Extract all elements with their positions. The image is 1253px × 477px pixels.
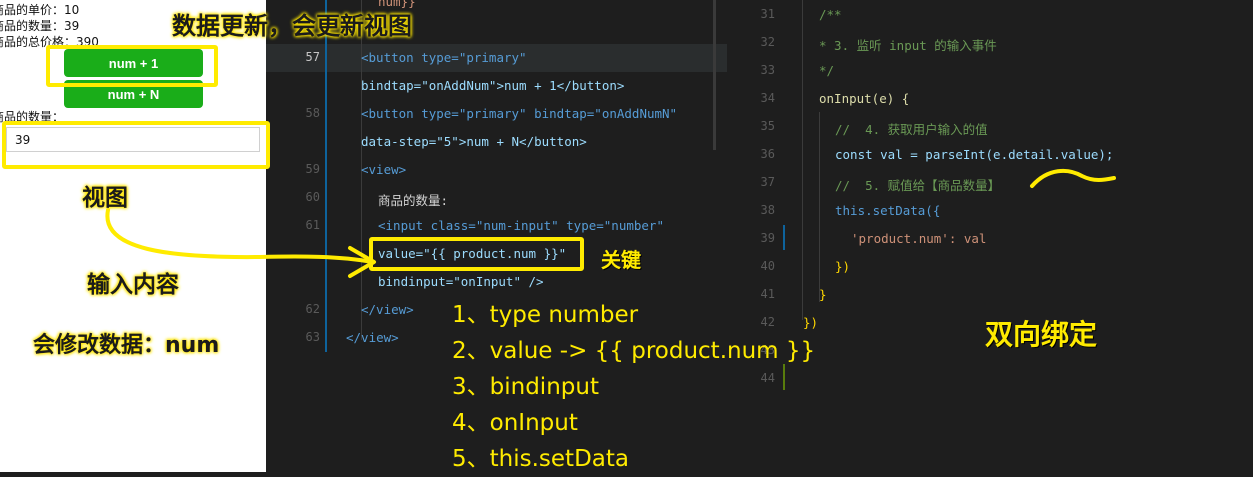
squiggle-stroke bbox=[1030, 168, 1116, 188]
annotation-strokes bbox=[105, 168, 1116, 278]
arrow-stroke bbox=[105, 208, 374, 264]
